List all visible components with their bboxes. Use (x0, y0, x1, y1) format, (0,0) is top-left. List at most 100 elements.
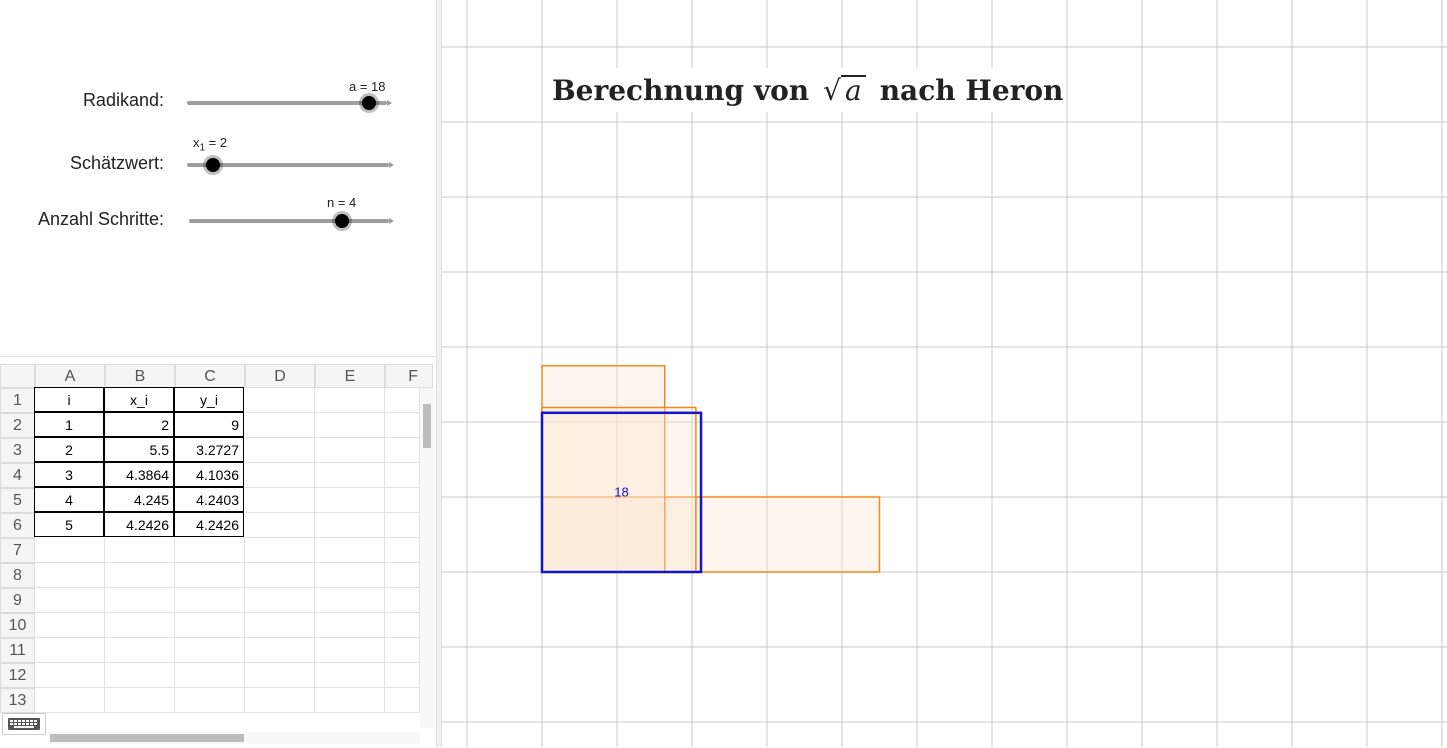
table-cell[interactable]: i (34, 387, 104, 412)
table-cell[interactable] (35, 588, 105, 613)
table-cell[interactable] (245, 663, 315, 688)
scrollbar-thumb[interactable] (50, 734, 244, 742)
table-cell[interactable] (105, 663, 175, 688)
row-header[interactable]: 9 (0, 588, 35, 613)
table-cell[interactable] (315, 538, 385, 563)
table-cell[interactable] (245, 563, 315, 588)
table-cell[interactable]: 2 (34, 437, 104, 462)
column-header[interactable]: F (385, 364, 433, 388)
table-cell[interactable] (105, 588, 175, 613)
table-cell[interactable] (245, 488, 315, 513)
column-header[interactable]: D (245, 364, 315, 388)
table-cell[interactable]: 4.245 (104, 487, 174, 512)
table-cell[interactable] (385, 388, 420, 413)
row-header[interactable]: 3 (0, 438, 35, 463)
table-cell[interactable] (245, 688, 315, 713)
table-cell[interactable] (35, 663, 105, 688)
table-cell[interactable] (315, 688, 385, 713)
table-cell[interactable] (315, 463, 385, 488)
row-header[interactable]: 7 (0, 538, 35, 563)
column-header[interactable]: A (35, 364, 105, 388)
graphics-view[interactable]: 18 Berechnung von √ a nach Heron (442, 0, 1447, 747)
slider-thumb[interactable] (362, 96, 376, 110)
table-cell[interactable] (385, 538, 420, 563)
table-cell[interactable]: 5.5 (104, 437, 174, 462)
table-cell[interactable] (385, 688, 420, 713)
slider-track[interactable] (189, 219, 389, 223)
table-cell[interactable] (315, 438, 385, 463)
corner-cell[interactable] (0, 364, 35, 388)
row-header[interactable]: 12 (0, 663, 35, 688)
table-cell[interactable] (385, 488, 420, 513)
table-cell[interactable] (35, 688, 105, 713)
table-cell[interactable]: 2 (104, 412, 174, 437)
table-cell[interactable] (105, 538, 175, 563)
table-cell[interactable] (245, 388, 315, 413)
table-cell[interactable]: 4.1036 (174, 462, 244, 487)
table-cell[interactable] (175, 538, 245, 563)
table-cell[interactable] (385, 613, 420, 638)
table-cell[interactable] (105, 688, 175, 713)
table-cell[interactable] (315, 563, 385, 588)
table-cell[interactable] (35, 538, 105, 563)
table-cell[interactable] (385, 438, 420, 463)
scrollbar-thumb[interactable] (423, 404, 431, 448)
table-cell[interactable] (245, 613, 315, 638)
row-header[interactable]: 8 (0, 563, 35, 588)
table-cell[interactable]: 4.3864 (104, 462, 174, 487)
table-cell[interactable] (315, 388, 385, 413)
table-cell[interactable] (245, 463, 315, 488)
table-cell[interactable] (175, 563, 245, 588)
table-cell[interactable]: 3.2727 (174, 437, 244, 462)
table-cell[interactable] (245, 438, 315, 463)
table-cell[interactable] (105, 638, 175, 663)
table-cell[interactable] (245, 588, 315, 613)
table-cell[interactable]: 4 (34, 487, 104, 512)
table-cell[interactable]: 3 (34, 462, 104, 487)
row-header[interactable]: 11 (0, 638, 35, 663)
table-cell[interactable]: 9 (174, 412, 244, 437)
table-cell[interactable] (175, 588, 245, 613)
row-header[interactable]: 10 (0, 613, 35, 638)
table-cell[interactable] (175, 688, 245, 713)
slider-radikand[interactable]: Radikand: a = 18 (0, 79, 436, 120)
table-cell[interactable] (315, 588, 385, 613)
table-cell[interactable] (105, 563, 175, 588)
table-cell[interactable] (245, 538, 315, 563)
table-cell[interactable] (315, 513, 385, 538)
keyboard-icon[interactable] (2, 713, 46, 735)
row-header[interactable]: 13 (0, 688, 35, 713)
table-cell[interactable] (175, 638, 245, 663)
vertical-scrollbar[interactable] (420, 388, 434, 728)
table-cell[interactable] (385, 413, 420, 438)
slider-track[interactable] (187, 101, 387, 105)
table-cell[interactable] (245, 638, 315, 663)
slider-thumb[interactable] (335, 214, 349, 228)
table-cell[interactable] (315, 663, 385, 688)
table-cell[interactable] (175, 613, 245, 638)
table-cell[interactable] (385, 563, 420, 588)
table-cell[interactable] (385, 638, 420, 663)
table-cell[interactable]: 4.2403 (174, 487, 244, 512)
table-cell[interactable] (105, 613, 175, 638)
graphics-canvas[interactable]: 18 (442, 0, 1447, 747)
table-cell[interactable] (315, 488, 385, 513)
table-cell[interactable] (35, 613, 105, 638)
row-header[interactable]: 6 (0, 513, 35, 538)
table-cell[interactable]: x_i (104, 387, 174, 412)
table-cell[interactable] (175, 663, 245, 688)
column-header[interactable]: B (105, 364, 175, 388)
table-cell[interactable] (315, 413, 385, 438)
table-cell[interactable] (245, 513, 315, 538)
table-cell[interactable] (315, 638, 385, 663)
table-cell[interactable]: 4.2426 (104, 512, 174, 537)
slider-schaetzwert[interactable]: Schätzwert: x1 = 2 (0, 135, 436, 183)
table-cell[interactable] (385, 588, 420, 613)
table-cell[interactable]: 1 (34, 412, 104, 437)
table-cell[interactable] (385, 513, 420, 538)
row-header[interactable]: 5 (0, 488, 35, 513)
table-cell[interactable]: 4.2426 (174, 512, 244, 537)
row-header[interactable]: 1 (0, 388, 35, 413)
table-cell[interactable]: 5 (34, 512, 104, 537)
table-cell[interactable] (385, 463, 420, 488)
